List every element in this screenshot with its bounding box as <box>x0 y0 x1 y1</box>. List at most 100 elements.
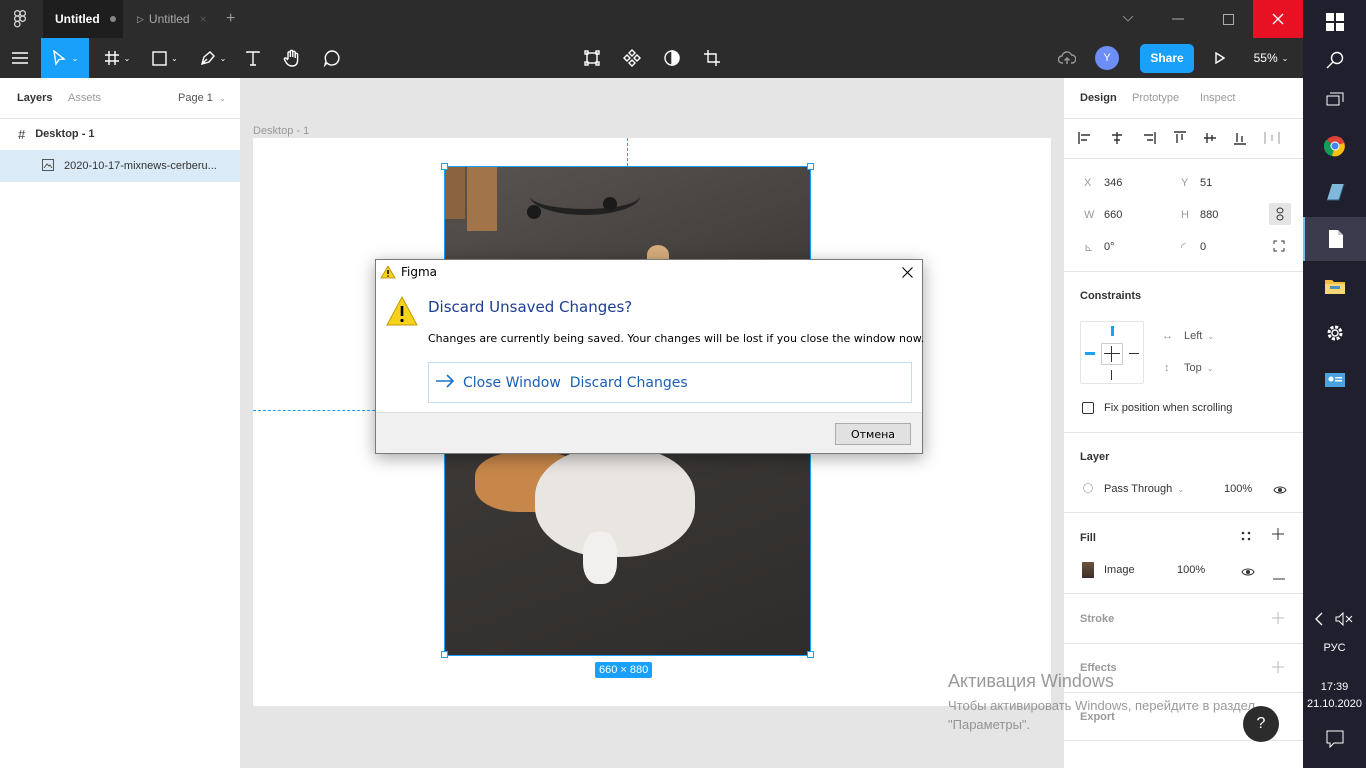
constraint-horizontal-select[interactable]: Left ⌄ <box>1184 330 1214 342</box>
align-center-h-icon[interactable] <box>1110 131 1124 147</box>
align-right-icon[interactable] <box>1142 131 1156 147</box>
constraints-title: Constraints <box>1080 290 1142 302</box>
avatar[interactable]: Y <box>1095 38 1119 78</box>
h-input[interactable]: 880 <box>1200 209 1218 221</box>
fix-position-label: Fix position when scrolling <box>1104 402 1233 414</box>
move-tool-button[interactable]: ⌄ <box>41 38 89 78</box>
notepad-app-icon[interactable] <box>1303 170 1366 214</box>
frame-tool-button[interactable]: ⌄ <box>97 38 137 78</box>
cancel-button[interactable]: Отмена <box>835 423 911 445</box>
frame-label[interactable]: Desktop - 1 <box>253 125 309 137</box>
dialog-close-button[interactable] <box>896 262 918 282</box>
align-bottom-icon[interactable] <box>1234 131 1246 148</box>
layer-opacity-input[interactable]: 100% <box>1224 483 1252 495</box>
page-label: Page 1 <box>178 92 213 104</box>
radius-input[interactable]: 0 <box>1200 241 1206 253</box>
contrast-icon[interactable] <box>660 38 684 78</box>
constraints-widget[interactable] <box>1080 321 1144 384</box>
notifications-icon[interactable] <box>1326 730 1344 751</box>
add-stroke-icon[interactable] <box>1272 612 1284 627</box>
alignment-bar <box>1078 126 1298 152</box>
constrain-proportions-icon[interactable] <box>1269 203 1291 225</box>
page-selector[interactable]: Page 1 ⌄ <box>178 92 226 104</box>
rotation-input[interactable]: 0° <box>1104 241 1115 253</box>
activation-watermark-title: Активация Windows <box>948 671 1114 691</box>
search-icon[interactable] <box>1303 38 1366 82</box>
present-play-icon[interactable] <box>1208 38 1232 78</box>
blend-mode-select[interactable]: Pass Through ⌄ <box>1104 483 1184 495</box>
tab-assets[interactable]: Assets <box>68 92 101 104</box>
layer-row-frame[interactable]: # Desktop - 1 <box>0 122 240 146</box>
zoom-dropdown[interactable]: 55% ⌄ <box>1246 38 1296 78</box>
task-view-icon[interactable] <box>1303 78 1366 122</box>
w-input[interactable]: 660 <box>1104 209 1122 221</box>
independent-corners-icon[interactable] <box>1273 240 1285 255</box>
chevron-down-icon[interactable] <box>1103 0 1153 38</box>
tab-inspect[interactable]: Inspect <box>1200 92 1235 104</box>
resize-handle[interactable] <box>441 651 448 658</box>
stroke-section-title: Stroke <box>1080 613 1115 625</box>
eye-icon[interactable] <box>1273 484 1287 498</box>
align-left-icon[interactable] <box>1078 131 1092 147</box>
settings-gear-icon[interactable] <box>1303 311 1366 355</box>
layer-label: Desktop - 1 <box>35 128 95 140</box>
crop-icon[interactable] <box>700 38 724 78</box>
image-fill-thumbnail-icon[interactable] <box>1082 562 1094 578</box>
add-effect-icon[interactable] <box>1272 661 1284 676</box>
chevron-left-icon[interactable] <box>1315 612 1323 629</box>
clock-date[interactable]: 21.10.2020 <box>1303 698 1366 710</box>
tab-untitled-active[interactable]: Untitled <box>43 0 123 38</box>
resize-handle[interactable] <box>441 163 448 170</box>
resize-handle[interactable] <box>807 163 814 170</box>
add-tab-button[interactable]: + <box>226 0 246 38</box>
comment-tool-button[interactable] <box>319 38 345 78</box>
align-center-v-icon[interactable] <box>1204 131 1216 148</box>
clock-time[interactable]: 17:39 <box>1303 681 1366 693</box>
align-top-icon[interactable] <box>1174 130 1186 148</box>
fill-opacity-input[interactable]: 100% <box>1177 564 1205 576</box>
cloud-upload-icon[interactable] <box>1055 38 1079 78</box>
tab-layers[interactable]: Layers <box>17 92 52 104</box>
resize-handle[interactable] <box>807 651 814 658</box>
distribute-icon[interactable] <box>1264 131 1280 147</box>
tab-untitled[interactable]: ▷ Untitled × <box>125 0 215 38</box>
tab-close-icon[interactable]: × <box>200 12 207 26</box>
remove-fill-icon[interactable] <box>1273 569 1285 583</box>
close-window-discard-button[interactable]: Close Window Discard Changes <box>428 362 912 403</box>
tab-prototype[interactable]: Prototype <box>1132 92 1179 104</box>
style-grid-icon[interactable] <box>1241 530 1251 544</box>
volume-muted-icon[interactable] <box>1335 611 1353 629</box>
y-input[interactable]: 51 <box>1200 177 1212 189</box>
eye-icon[interactable] <box>1241 566 1255 580</box>
chrome-icon[interactable] <box>1303 124 1366 168</box>
tab-design[interactable]: Design <box>1080 92 1117 104</box>
share-button[interactable]: Share <box>1140 38 1194 78</box>
fill-section-title: Fill <box>1080 532 1096 544</box>
language-indicator[interactable]: РУС <box>1303 642 1366 654</box>
fix-position-checkbox[interactable] <box>1082 402 1094 414</box>
add-fill-icon[interactable] <box>1272 528 1284 543</box>
component-frame-icon[interactable] <box>580 38 604 78</box>
unsaved-dot-icon <box>109 16 116 22</box>
layer-row-image[interactable]: 2020-10-17-mixnews-cerberu... <box>0 150 240 182</box>
constraint-vertical-select[interactable]: Top ⌄ <box>1184 362 1214 374</box>
warning-small-icon <box>380 265 396 282</box>
maximize-button[interactable] <box>1203 0 1253 38</box>
measure-line <box>253 410 375 411</box>
x-input[interactable]: 346 <box>1104 177 1122 189</box>
main-menu-icon[interactable] <box>0 38 40 78</box>
shape-tool-button[interactable]: ⌄ <box>145 38 185 78</box>
text-tool-button[interactable] <box>240 38 266 78</box>
document-app-icon[interactable] <box>1303 217 1366 261</box>
figma-menu-icon[interactable] <box>0 0 40 38</box>
dialog-heading: Discard Unsaved Changes? <box>428 298 633 316</box>
fill-type-label[interactable]: Image <box>1104 564 1135 576</box>
help-button[interactable]: ? <box>1243 706 1279 742</box>
minimize-button[interactable] <box>1153 0 1203 38</box>
pen-tool-button[interactable]: ⌄ <box>193 38 233 78</box>
contact-card-icon[interactable] <box>1303 358 1366 402</box>
file-explorer-icon[interactable] <box>1303 264 1366 308</box>
close-window-button[interactable] <box>1253 0 1303 38</box>
create-component-icon[interactable] <box>620 38 644 78</box>
hand-tool-button[interactable] <box>279 38 305 78</box>
